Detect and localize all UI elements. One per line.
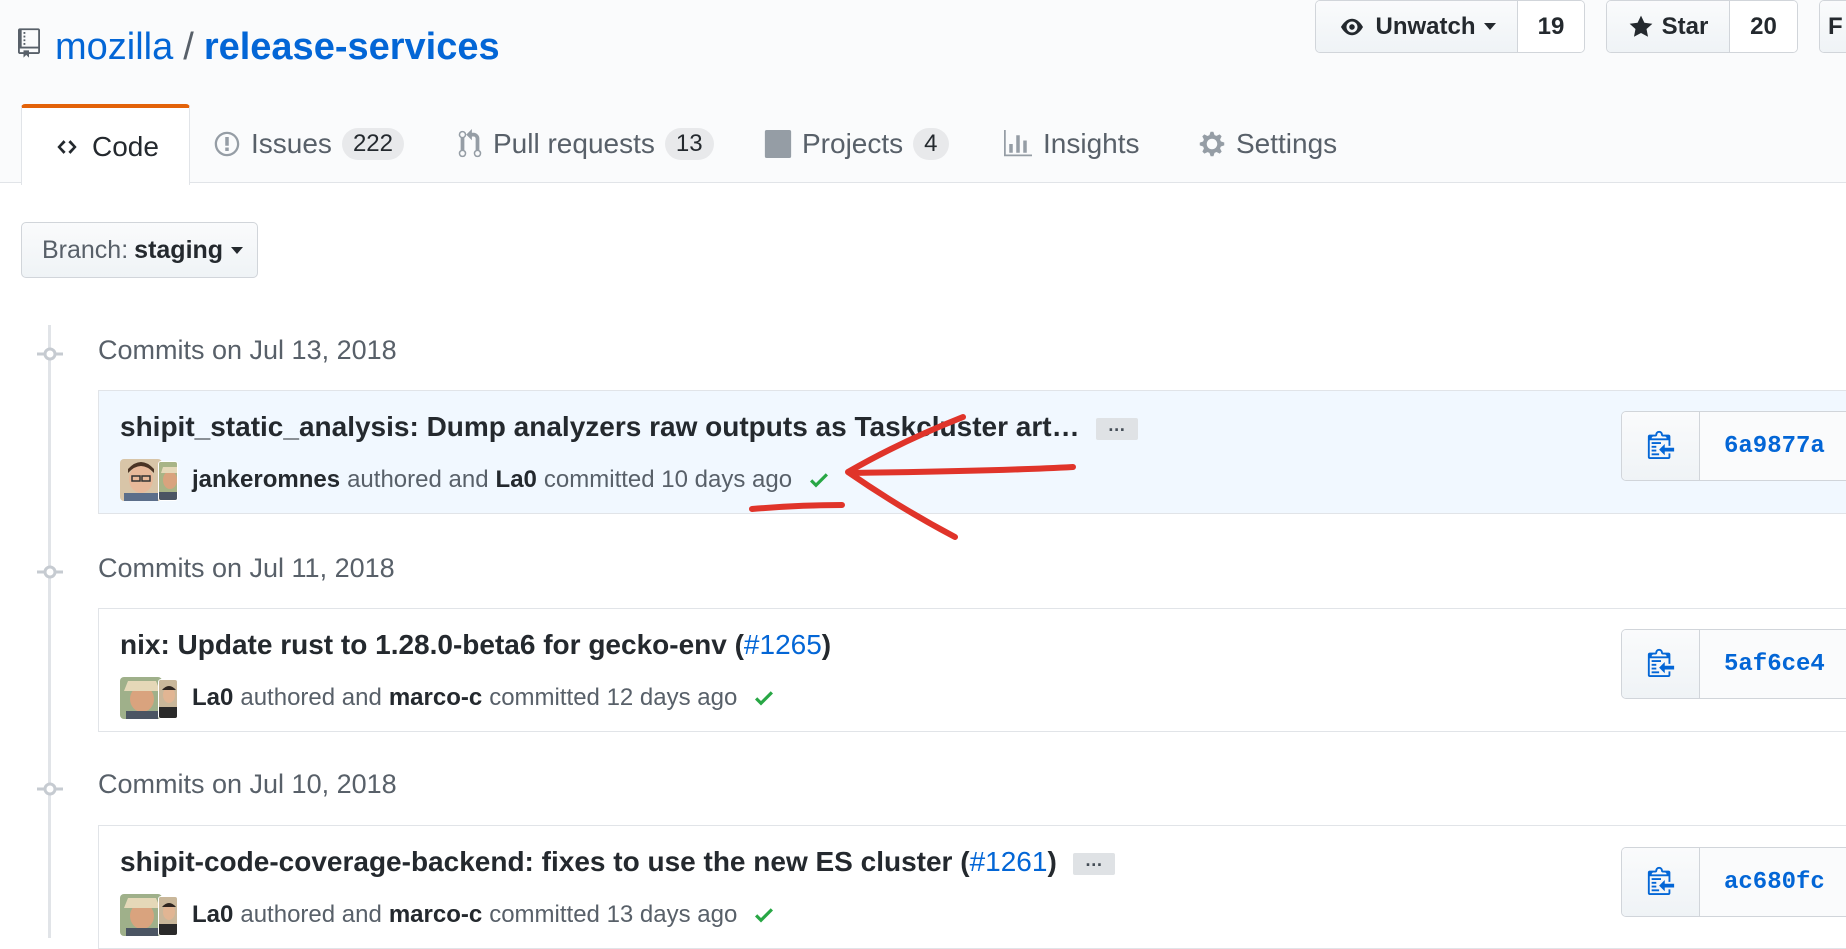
annotation-arrow-icon [749,414,1076,540]
